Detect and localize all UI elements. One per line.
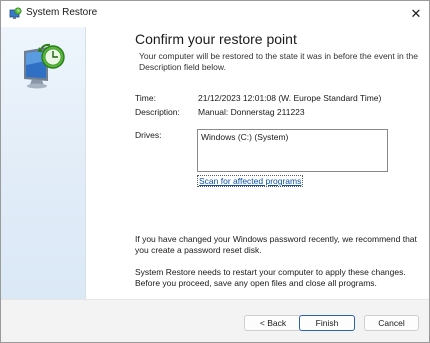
close-icon: ✕ [410, 6, 422, 21]
system-restore-window: System Restore ✕ Confirm your restore po… [0, 0, 430, 343]
system-restore-monitor-icon [24, 43, 65, 89]
time-value: 21/12/2023 12:01:08 (W. Europe Standard … [198, 93, 382, 103]
drives-list[interactable]: Windows (C:) (System) [197, 129, 388, 172]
page-heading: Confirm your restore point [135, 31, 297, 47]
title-bar[interactable]: System Restore ✕ [1, 1, 429, 27]
system-restore-icon [9, 7, 22, 19]
description-value: Manual: Donnerstag 211223 [198, 107, 305, 117]
close-button[interactable]: ✕ [403, 1, 429, 27]
back-button[interactable]: < Back [244, 315, 302, 331]
drives-label: Drives: [135, 130, 162, 140]
drive-item[interactable]: Windows (C:) (System) [201, 132, 384, 142]
cancel-button[interactable]: Cancel [364, 315, 419, 331]
window-title: System Restore [26, 7, 98, 18]
scan-affected-programs-link[interactable]: Scan for affected programs [197, 175, 304, 187]
description-label: Description: [135, 107, 180, 117]
restart-note: System Restore needs to restart your com… [135, 267, 406, 288]
side-panel-divider [85, 27, 86, 299]
password-note: If you have changed your Windows passwor… [135, 234, 417, 255]
intro-text: Your computer will be restored to the st… [139, 51, 418, 72]
finish-button[interactable]: Finish [299, 315, 355, 331]
time-label: Time: [135, 93, 156, 103]
